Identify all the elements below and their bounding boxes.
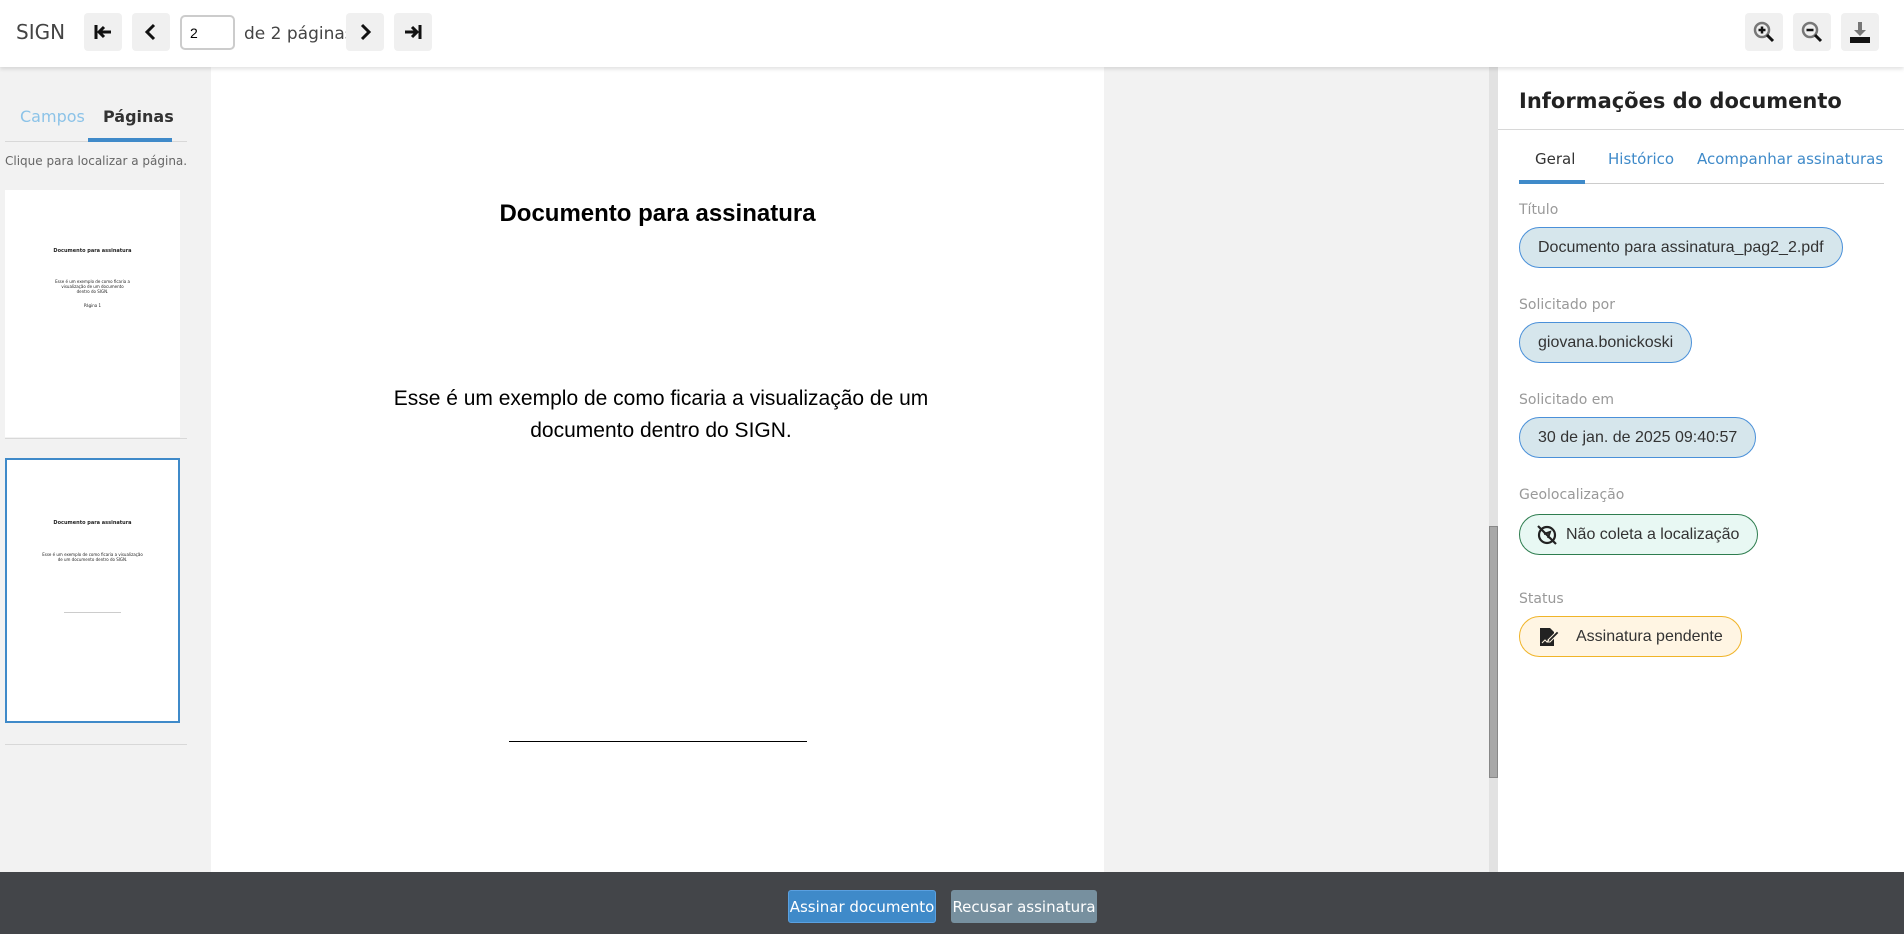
pages-hint: Clique para localizar a página. bbox=[5, 154, 188, 168]
document-title: Documento para assinatura bbox=[499, 200, 816, 227]
field-label: Título bbox=[1519, 202, 1559, 218]
tab-geral[interactable]: Geral bbox=[1535, 150, 1575, 168]
action-bar: Assinar documento Recusar assinatura bbox=[0, 872, 1904, 934]
app-brand: SIGN bbox=[16, 20, 66, 44]
last-page-icon bbox=[405, 25, 422, 39]
first-page-icon bbox=[94, 25, 111, 39]
document-info-panel: Informações do documento Geral Histórico… bbox=[1498, 67, 1904, 872]
pages-sidebar: Campos Páginas Clique para localizar a p… bbox=[0, 67, 211, 872]
refuse-signature-button[interactable]: Recusar assinatura bbox=[951, 890, 1097, 923]
thumb-body: Esse é um exemplo de como ficaria a visu… bbox=[55, 279, 130, 294]
thumb-signature-line bbox=[64, 612, 121, 613]
toolbar: SIGN de 2 páginas bbox=[0, 0, 1904, 67]
page-count-label: de 2 páginas bbox=[244, 24, 354, 44]
thumb-title: Documento para assinatura bbox=[53, 248, 132, 254]
scrollbar-thumb[interactable] bbox=[1489, 526, 1498, 778]
title-value: Documento para assinatura_pag2_2.pdf bbox=[1519, 227, 1843, 268]
thumb-title: Documento para assinatura bbox=[53, 520, 132, 526]
requested-at-value: 30 de jan. de 2025 09:40:57 bbox=[1519, 417, 1757, 458]
field-label: Geolocalização bbox=[1519, 487, 1625, 503]
last-page-button[interactable] bbox=[394, 13, 432, 51]
download-icon bbox=[1850, 22, 1870, 43]
document-scrollbar[interactable] bbox=[1489, 67, 1498, 872]
status-badge: Assinatura pendente bbox=[1519, 616, 1742, 657]
divider bbox=[1498, 129, 1904, 130]
previous-page-button[interactable] bbox=[132, 13, 170, 51]
divider bbox=[5, 438, 187, 439]
document-page: Documento para assinatura Esse é um exem… bbox=[211, 67, 1104, 872]
field-label: Solicitado em bbox=[1519, 392, 1615, 408]
thumb-body: Esse é um exemplo de como ficaria a visu… bbox=[42, 552, 143, 562]
status-value: Assinatura pendente bbox=[1576, 627, 1723, 645]
field-label: Solicitado por bbox=[1519, 297, 1615, 313]
tab-campos[interactable]: Campos bbox=[20, 107, 85, 126]
chevron-right-icon bbox=[360, 23, 372, 41]
active-tab-indicator bbox=[88, 138, 172, 142]
tab-paginas[interactable]: Páginas bbox=[103, 107, 174, 126]
zoom-out-button[interactable] bbox=[1793, 13, 1831, 51]
page-thumbnail-2[interactable]: Documento para assinatura Esse é um exem… bbox=[5, 458, 180, 723]
active-tab-indicator bbox=[1519, 180, 1585, 184]
download-button[interactable] bbox=[1841, 13, 1879, 51]
panel-title: Informações do documento bbox=[1519, 89, 1842, 113]
field-label: Status bbox=[1519, 591, 1564, 607]
page-thumbnail-1[interactable]: Documento para assinatura Esse é um exem… bbox=[5, 190, 180, 437]
requested-by-value: giovana.bonickoski bbox=[1519, 322, 1693, 363]
document-body: Esse é um exemplo de como ficaria a visu… bbox=[393, 387, 929, 442]
sign-document-button[interactable]: Assinar documento bbox=[788, 890, 936, 923]
chevron-left-icon bbox=[144, 23, 156, 41]
page-number-input[interactable] bbox=[180, 15, 235, 50]
zoom-out-icon bbox=[1801, 21, 1823, 43]
zoom-in-button[interactable] bbox=[1745, 13, 1783, 51]
first-page-button[interactable] bbox=[84, 13, 122, 51]
geolocation-value: Não coleta a localização bbox=[1566, 525, 1740, 543]
divider bbox=[5, 744, 187, 745]
zoom-in-icon bbox=[1753, 21, 1775, 43]
location-off-icon bbox=[1537, 524, 1557, 545]
signature-line bbox=[509, 741, 807, 742]
next-page-button[interactable] bbox=[346, 13, 384, 51]
tab-historico[interactable]: Histórico bbox=[1608, 150, 1674, 168]
tab-acompanhar-assinaturas[interactable]: Acompanhar assinaturas bbox=[1697, 150, 1883, 168]
thumb-footer: Página 1 bbox=[83, 303, 102, 308]
geolocation-badge: Não coleta a localização bbox=[1519, 514, 1759, 555]
signature-pending-icon bbox=[1540, 627, 1560, 646]
